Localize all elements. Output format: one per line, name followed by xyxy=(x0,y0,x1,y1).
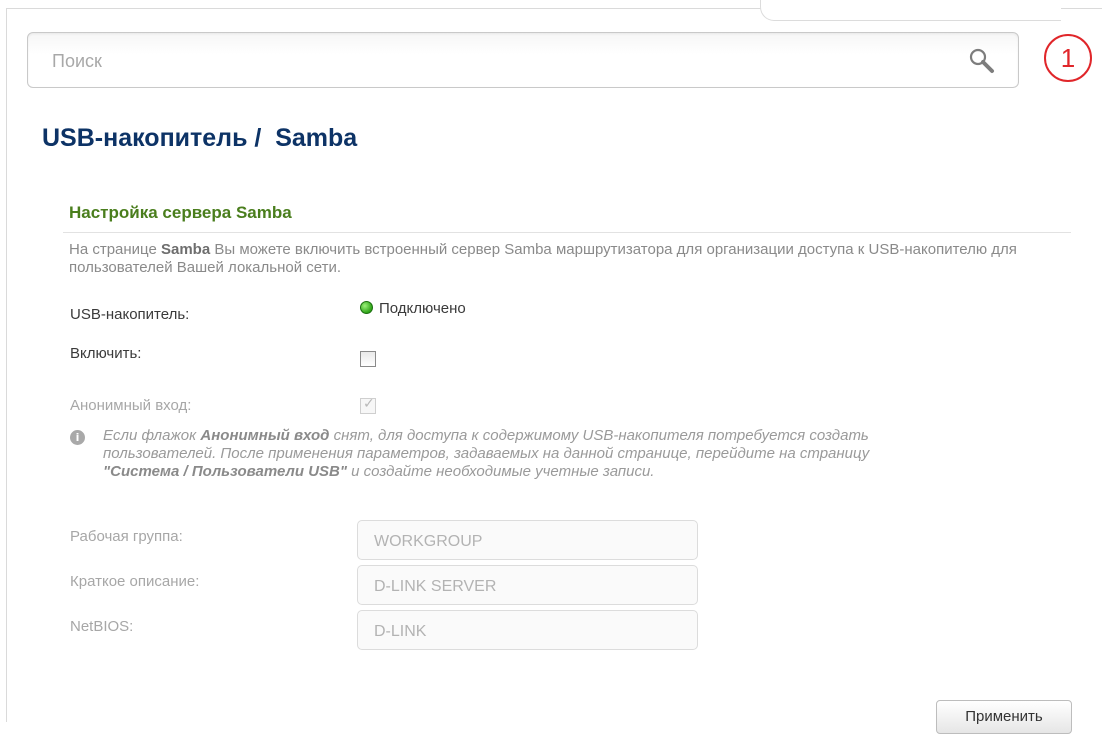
section-divider xyxy=(63,232,1071,233)
info-note: Если флажок Анонимный вход снят, для дос… xyxy=(103,427,870,480)
notification-badge[interactable]: 1 xyxy=(1044,34,1092,82)
enable-checkbox[interactable] xyxy=(360,351,376,367)
description-input[interactable] xyxy=(372,575,686,599)
page-title: USB-накопитель / Samba xyxy=(42,124,358,152)
magnifier-icon[interactable] xyxy=(968,47,996,75)
info-icon: i xyxy=(70,430,85,445)
anonymous-login-label: Анонимный вход: xyxy=(70,397,192,414)
netbios-label: NetBIOS: xyxy=(70,618,134,635)
workgroup-field xyxy=(357,520,698,560)
usb-status: Подключено xyxy=(360,300,466,317)
workgroup-label: Рабочая группа: xyxy=(70,528,183,545)
description-label: Краткое описание: xyxy=(70,573,200,590)
workgroup-input[interactable] xyxy=(372,530,686,554)
usb-drive-label: USB-накопитель: xyxy=(70,306,190,323)
enable-label: Включить: xyxy=(70,345,142,362)
search-input[interactable] xyxy=(50,47,954,75)
anonymous-login-checkbox[interactable] xyxy=(360,396,376,414)
apply-button[interactable]: Применить xyxy=(936,700,1072,734)
netbios-input[interactable] xyxy=(372,620,686,644)
description-field xyxy=(357,565,698,605)
netbios-field xyxy=(357,610,698,650)
header-tab-curve xyxy=(760,0,1061,21)
status-connected-icon xyxy=(360,301,373,314)
section-description: На странице Samba Вы можете включить вст… xyxy=(69,241,1017,276)
section-title: Настройка сервера Samba xyxy=(69,203,292,222)
search-bar xyxy=(27,32,1019,88)
